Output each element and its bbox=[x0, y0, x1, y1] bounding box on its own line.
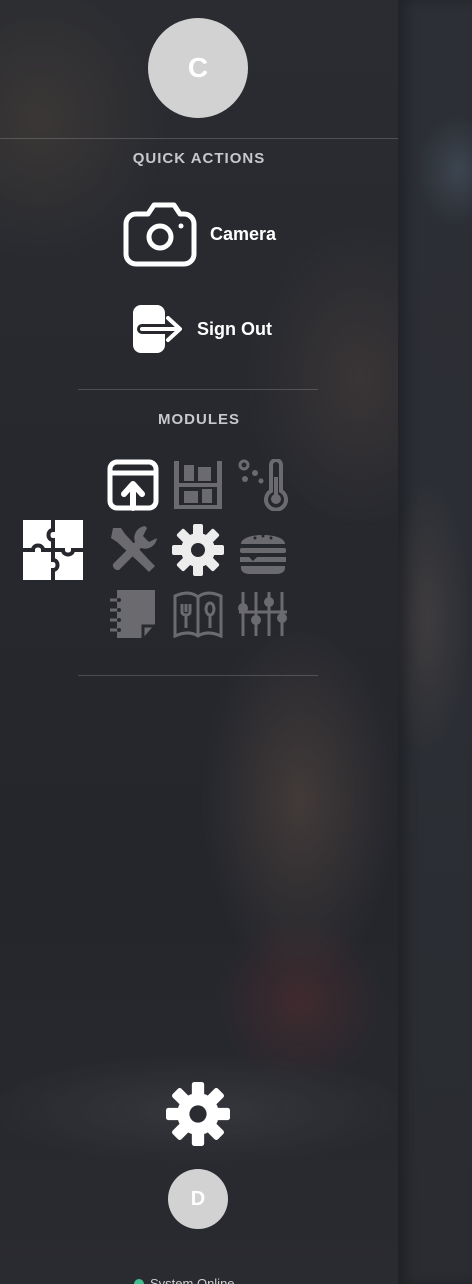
background-content-strip bbox=[398, 0, 472, 1284]
user-avatar[interactable]: C bbox=[148, 18, 248, 118]
quick-actions-title: QUICK ACTIONS bbox=[132, 150, 266, 167]
camera-icon bbox=[123, 202, 197, 267]
settings-gear-icon[interactable] bbox=[166, 1082, 230, 1146]
sign-out-icon bbox=[133, 305, 185, 353]
system-status: System Online bbox=[134, 1276, 235, 1284]
sign-out-button[interactable]: Sign Out bbox=[132, 304, 272, 354]
shelving-icon[interactable] bbox=[172, 459, 224, 511]
camera-label: Camera bbox=[210, 223, 277, 244]
sign-out-label: Sign Out bbox=[197, 318, 272, 339]
puzzle-icon[interactable] bbox=[23, 520, 83, 580]
burger-icon[interactable] bbox=[237, 524, 289, 576]
thermometer-icon[interactable] bbox=[237, 459, 289, 511]
account-avatar[interactable]: D bbox=[168, 1169, 228, 1229]
sliders-icon[interactable] bbox=[237, 588, 289, 640]
modules-title: MODULES bbox=[158, 411, 240, 428]
gear-icon[interactable] bbox=[172, 524, 224, 576]
tools-icon[interactable] bbox=[107, 524, 159, 576]
upload-window-icon[interactable] bbox=[107, 459, 159, 511]
quick-actions-divider bbox=[78, 389, 318, 390]
camera-button[interactable]: Camera bbox=[122, 200, 276, 268]
modules-divider bbox=[78, 675, 318, 676]
status-text: System Online bbox=[150, 1276, 235, 1284]
avatar-initial: C bbox=[187, 52, 209, 83]
account-avatar-initial: D bbox=[190, 1187, 206, 1210]
menu-book-icon[interactable] bbox=[172, 588, 224, 640]
status-dot bbox=[134, 1278, 144, 1284]
top-divider bbox=[0, 138, 398, 139]
notebook-icon[interactable] bbox=[107, 588, 159, 640]
